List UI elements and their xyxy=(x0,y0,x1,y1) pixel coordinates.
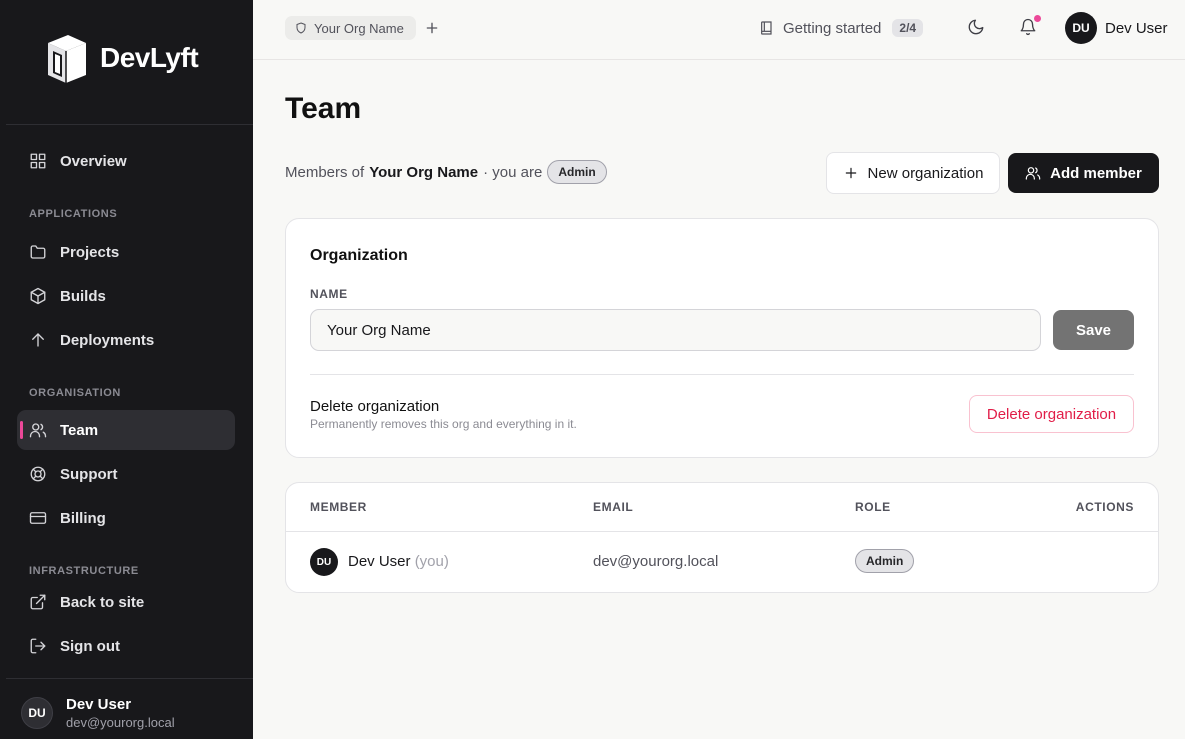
members-subline: Members of Your Org Name · you are Admin xyxy=(285,160,607,184)
subline-prefix: Members of xyxy=(285,163,365,181)
sidebar-item-builds[interactable]: Builds xyxy=(17,276,235,316)
org-name-label: NAME xyxy=(310,287,348,301)
sidebar-user-name: Dev User xyxy=(66,696,132,713)
plus-icon xyxy=(426,22,438,34)
book-icon xyxy=(761,21,772,35)
delete-organization-button[interactable]: Delete organization xyxy=(969,395,1134,433)
delete-organization-title: Delete organization xyxy=(310,398,440,415)
column-header-email: EMAIL xyxy=(593,500,634,514)
new-organization-label: New organization xyxy=(867,164,984,182)
sidebar-divider xyxy=(6,678,253,679)
notification-dot xyxy=(1034,15,1041,22)
credit-card-icon xyxy=(29,512,47,524)
avatar: DU xyxy=(310,548,338,576)
sidebar-item-deployments[interactable]: Deployments xyxy=(17,320,235,360)
moon-icon xyxy=(968,19,984,35)
brand-logo[interactable]: DevLyft xyxy=(44,31,199,85)
save-button[interactable]: Save xyxy=(1053,310,1134,350)
devlyft-logo-icon xyxy=(48,35,86,83)
add-member-label: Add member xyxy=(1050,164,1142,182)
sidebar-item-sign-out[interactable]: Sign out xyxy=(17,626,235,666)
sidebar-user[interactable]: DU Dev User dev@yourorg.local xyxy=(21,696,175,730)
sidebar-item-label: Projects xyxy=(60,243,120,261)
subline-middle: · you are xyxy=(483,163,543,181)
sidebar-user-email: dev@yourorg.local xyxy=(66,715,175,730)
sidebar-item-label: Builds xyxy=(60,287,106,305)
add-org-button[interactable] xyxy=(423,18,441,38)
grid-icon xyxy=(30,153,46,169)
sidebar-item-label: Billing xyxy=(60,509,106,527)
member-you-label: (you) xyxy=(414,553,449,570)
getting-started-label: Getting started xyxy=(783,19,882,37)
member-name-cell: Dev User (you) xyxy=(348,553,449,570)
avatar: DU xyxy=(1065,12,1097,44)
sidebar-item-overview[interactable]: Overview xyxy=(17,141,235,181)
card-divider xyxy=(310,374,1134,375)
users-icon xyxy=(29,423,47,438)
sidebar-item-back-to-site[interactable]: Back to site xyxy=(17,582,235,622)
member-name: Dev User xyxy=(348,553,411,570)
sidebar-section-infrastructure: INFRASTRUCTURE xyxy=(29,565,139,577)
sidebar-item-label: Deployments xyxy=(60,331,155,349)
sidebar-item-label: Team xyxy=(60,421,99,439)
column-header-member: MEMBER xyxy=(310,500,367,514)
theme-toggle-button[interactable] xyxy=(967,18,987,38)
shield-icon xyxy=(296,22,306,34)
sidebar-section-organisation: ORGANISATION xyxy=(29,387,121,399)
sidebar-item-label: Support xyxy=(60,465,118,483)
org-switcher-label: Your Org Name xyxy=(314,20,404,36)
page-title: Team xyxy=(285,92,362,125)
sidebar-item-projects[interactable]: Projects xyxy=(17,232,235,272)
subline-org-name: Your Org Name xyxy=(369,163,479,181)
log-out-icon xyxy=(30,638,46,654)
member-role-badge: Admin xyxy=(855,549,915,573)
users-icon xyxy=(1025,167,1041,180)
folder-icon xyxy=(30,245,46,259)
life-buoy-icon xyxy=(30,466,46,482)
external-link-icon xyxy=(30,594,46,610)
column-header-role: ROLE xyxy=(855,500,891,514)
sidebar-section-applications: APPLICATIONS xyxy=(29,208,118,220)
sidebar-item-label: Sign out xyxy=(60,637,120,655)
user-menu[interactable]: DU Dev User xyxy=(1065,12,1168,44)
new-organization-button[interactable]: New organization xyxy=(826,152,1000,194)
member-email: dev@yourorg.local xyxy=(593,553,719,570)
plus-icon xyxy=(845,167,856,179)
delete-organization-description: Permanently removes this org and everyth… xyxy=(310,417,577,431)
sidebar-item-label: Overview xyxy=(60,152,127,170)
getting-started-button[interactable]: Getting started 2/4 xyxy=(759,16,924,40)
add-member-button[interactable]: Add member xyxy=(1008,153,1159,193)
brand-name: DevLyft xyxy=(100,42,199,73)
getting-started-progress: 2/4 xyxy=(892,19,924,37)
arrow-up-icon xyxy=(32,333,44,347)
sidebar-divider xyxy=(6,124,253,125)
role-badge: Admin xyxy=(547,160,607,184)
notifications-button[interactable] xyxy=(1019,15,1041,38)
topbar: Your Org Name Getting started 2/4 DU Dev… xyxy=(253,0,1185,60)
table-row: DU Dev User (you) dev@yourorg.local Admi… xyxy=(286,532,1158,592)
sidebar: DevLyft Overview APPLICATIONS Projects B… xyxy=(0,0,253,739)
sidebar-item-label: Back to site xyxy=(60,593,145,611)
avatar: DU xyxy=(21,697,53,729)
sidebar-item-support[interactable]: Support xyxy=(17,454,235,494)
organization-card-title: Organization xyxy=(310,247,408,264)
sidebar-item-team[interactable]: Team xyxy=(17,410,235,450)
column-header-actions: ACTIONS xyxy=(1075,500,1134,514)
sidebar-item-billing[interactable]: Billing xyxy=(17,498,235,538)
org-switcher[interactable]: Your Org Name xyxy=(285,16,416,40)
box-icon xyxy=(30,287,46,305)
members-table: MEMBER EMAIL ROLE ACTIONS DU Dev User (y… xyxy=(285,482,1159,593)
user-menu-name: Dev User xyxy=(1105,19,1168,37)
organization-card: Organization NAME Save Delete organizati… xyxy=(285,218,1159,458)
org-name-input[interactable] xyxy=(310,309,1041,351)
